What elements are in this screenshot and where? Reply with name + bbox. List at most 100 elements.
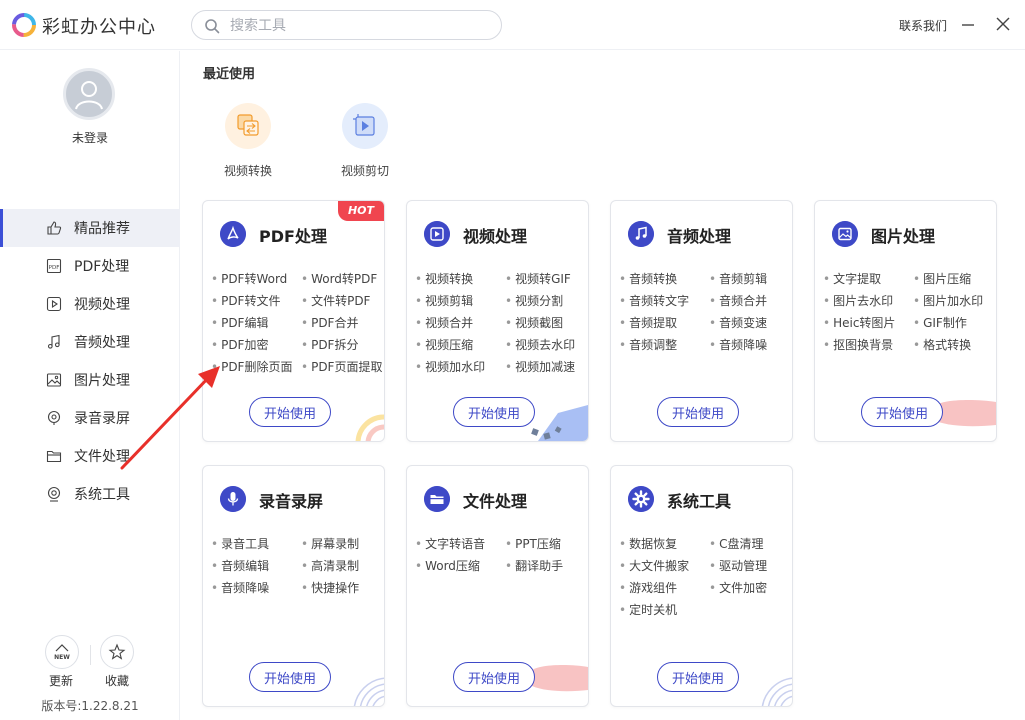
- start-button-system[interactable]: 开始使用: [657, 662, 739, 692]
- card-file: 文件处理 文字转语音 PPT压缩 Word压缩 翻译助手 开始使用: [406, 465, 589, 707]
- recent-title: 最近使用: [203, 67, 256, 82]
- start-button-audio[interactable]: 开始使用: [657, 397, 739, 427]
- search-input[interactable]: [230, 16, 490, 36]
- tool-item[interactable]: 文件转PDF: [301, 293, 384, 310]
- tool-item[interactable]: 数据恢复: [619, 536, 709, 553]
- start-button-record[interactable]: 开始使用: [249, 662, 331, 692]
- tool-item[interactable]: PDF加密: [211, 337, 301, 354]
- card-title: 录音录屏: [259, 492, 324, 511]
- tool-item[interactable]: Word压缩: [415, 558, 505, 575]
- card-title: 视频处理: [463, 227, 528, 246]
- search-box[interactable]: [191, 10, 502, 40]
- update-new-badge: NEW: [54, 654, 70, 661]
- card-image: 图片处理 文字提取 图片压缩 图片去水印 图片加水印 Heic转图片 GIF制作…: [814, 200, 997, 442]
- music-note-icon: [47, 334, 60, 349]
- tool-item[interactable]: PDF合并: [301, 315, 384, 332]
- update-label[interactable]: 更新: [49, 672, 73, 689]
- tool-item[interactable]: 驱动管理: [709, 558, 792, 575]
- tool-item[interactable]: 视频加减速: [505, 359, 588, 376]
- tool-item[interactable]: PDF转Word: [211, 271, 301, 288]
- tool-item[interactable]: PDF编辑: [211, 315, 301, 332]
- tool-item[interactable]: 高清录制: [301, 558, 384, 575]
- rainbow-logo-icon: [12, 13, 36, 37]
- tool-item[interactable]: 视频转换: [415, 271, 505, 288]
- sidebar-item-label: 视频处理: [74, 297, 130, 313]
- tool-item[interactable]: Heic转图片: [823, 315, 913, 332]
- tool-item[interactable]: 音频提取: [619, 315, 709, 332]
- tool-item[interactable]: 音频降噪: [709, 337, 792, 354]
- user-icon: [75, 81, 103, 110]
- tool-item[interactable]: PPT压缩: [505, 536, 588, 553]
- tool-item[interactable]: 视频分割: [505, 293, 588, 310]
- update-button[interactable]: NEW: [45, 635, 79, 669]
- divider: [90, 645, 91, 665]
- tool-item[interactable]: 视频剪辑: [415, 293, 505, 310]
- tool-item[interactable]: 录音工具: [211, 536, 301, 553]
- tool-item[interactable]: PDF转文件: [211, 293, 301, 310]
- sidebar-item-system[interactable]: 系统工具: [0, 475, 180, 513]
- start-button-file[interactable]: 开始使用: [453, 662, 535, 692]
- tool-item[interactable]: 视频合并: [415, 315, 505, 332]
- favorite-label[interactable]: 收藏: [105, 672, 129, 689]
- close-icon[interactable]: [993, 14, 1013, 34]
- tool-item[interactable]: 视频转GIF: [505, 271, 588, 288]
- contact-us-link[interactable]: 联系我们: [899, 17, 947, 34]
- microphone-icon: [47, 410, 61, 425]
- tool-item[interactable]: 音频编辑: [211, 558, 301, 575]
- sidebar-item-label: 音频处理: [74, 335, 130, 351]
- video-cut-icon: [353, 114, 375, 136]
- tool-item[interactable]: 格式转换: [913, 337, 996, 354]
- start-button-pdf[interactable]: 开始使用: [249, 397, 331, 427]
- tool-item[interactable]: Word转PDF: [301, 271, 384, 288]
- pdf-icon: PDF: [46, 258, 62, 274]
- tool-item[interactable]: 图片加水印: [913, 293, 996, 310]
- decorative-arcs: [353, 677, 384, 706]
- tool-item[interactable]: 大文件搬家: [619, 558, 709, 575]
- tool-item[interactable]: 翻译助手: [505, 558, 588, 575]
- start-button-video[interactable]: 开始使用: [453, 397, 535, 427]
- tool-item[interactable]: 文件加密: [709, 580, 792, 597]
- tool-item[interactable]: 抠图换背景: [823, 337, 913, 354]
- card-tool-list: PDF转Word Word转PDF PDF转文件 文件转PDF PDF编辑 PD…: [211, 271, 384, 376]
- login-status[interactable]: 未登录: [0, 129, 180, 146]
- tool-item[interactable]: 音频转换: [619, 271, 709, 288]
- tool-item[interactable]: 音频降噪: [211, 580, 301, 597]
- sidebar-item-video[interactable]: 视频处理: [0, 285, 180, 323]
- tool-item[interactable]: 视频去水印: [505, 337, 588, 354]
- tool-item[interactable]: 屏幕录制: [301, 536, 384, 553]
- tool-item[interactable]: C盘清理: [709, 536, 792, 553]
- tool-item[interactable]: 定时关机: [619, 602, 709, 619]
- thumbs-up-icon: [47, 221, 62, 235]
- tool-item[interactable]: 文字提取: [823, 271, 913, 288]
- tool-item[interactable]: 快捷操作: [301, 580, 384, 597]
- tool-item[interactable]: 视频截图: [505, 315, 588, 332]
- tool-item[interactable]: PDF页面提取: [301, 359, 384, 376]
- tool-item[interactable]: 图片压缩: [913, 271, 996, 288]
- sidebar-item-audio[interactable]: 音频处理: [0, 323, 180, 361]
- recent-item-video-convert[interactable]: 视频转换: [208, 103, 288, 183]
- tool-item[interactable]: 音频转文字: [619, 293, 709, 310]
- recent-item-video-cut[interactable]: 视频剪切: [325, 103, 405, 183]
- card-pdf: HOT PDF处理 PDF转Word Word转PDF PDF转文件 文件转PD…: [202, 200, 385, 442]
- card-title: 图片处理: [871, 227, 936, 246]
- tool-item[interactable]: 音频变速: [709, 315, 792, 332]
- tool-item[interactable]: 视频压缩: [415, 337, 505, 354]
- sidebar-item-recommended[interactable]: 精品推荐: [0, 209, 180, 247]
- minimize-icon[interactable]: [958, 14, 978, 34]
- tool-item[interactable]: 视频加水印: [415, 359, 505, 376]
- video-convert-icon: [237, 114, 259, 136]
- tool-item[interactable]: GIF制作: [913, 315, 996, 332]
- microphone-icon: [220, 486, 246, 512]
- tool-item[interactable]: 音频剪辑: [709, 271, 792, 288]
- tool-item[interactable]: 游戏组件: [619, 580, 709, 597]
- pdf-icon: [220, 221, 246, 247]
- start-button-image[interactable]: 开始使用: [861, 397, 943, 427]
- tool-item[interactable]: 音频调整: [619, 337, 709, 354]
- sidebar-item-pdf[interactable]: PDF PDF处理: [0, 247, 180, 285]
- tool-item[interactable]: 文字转语音: [415, 536, 505, 553]
- tool-item[interactable]: 图片去水印: [823, 293, 913, 310]
- avatar[interactable]: [63, 68, 115, 120]
- favorite-button[interactable]: [100, 635, 134, 669]
- tool-item[interactable]: PDF拆分: [301, 337, 384, 354]
- tool-item[interactable]: 音频合并: [709, 293, 792, 310]
